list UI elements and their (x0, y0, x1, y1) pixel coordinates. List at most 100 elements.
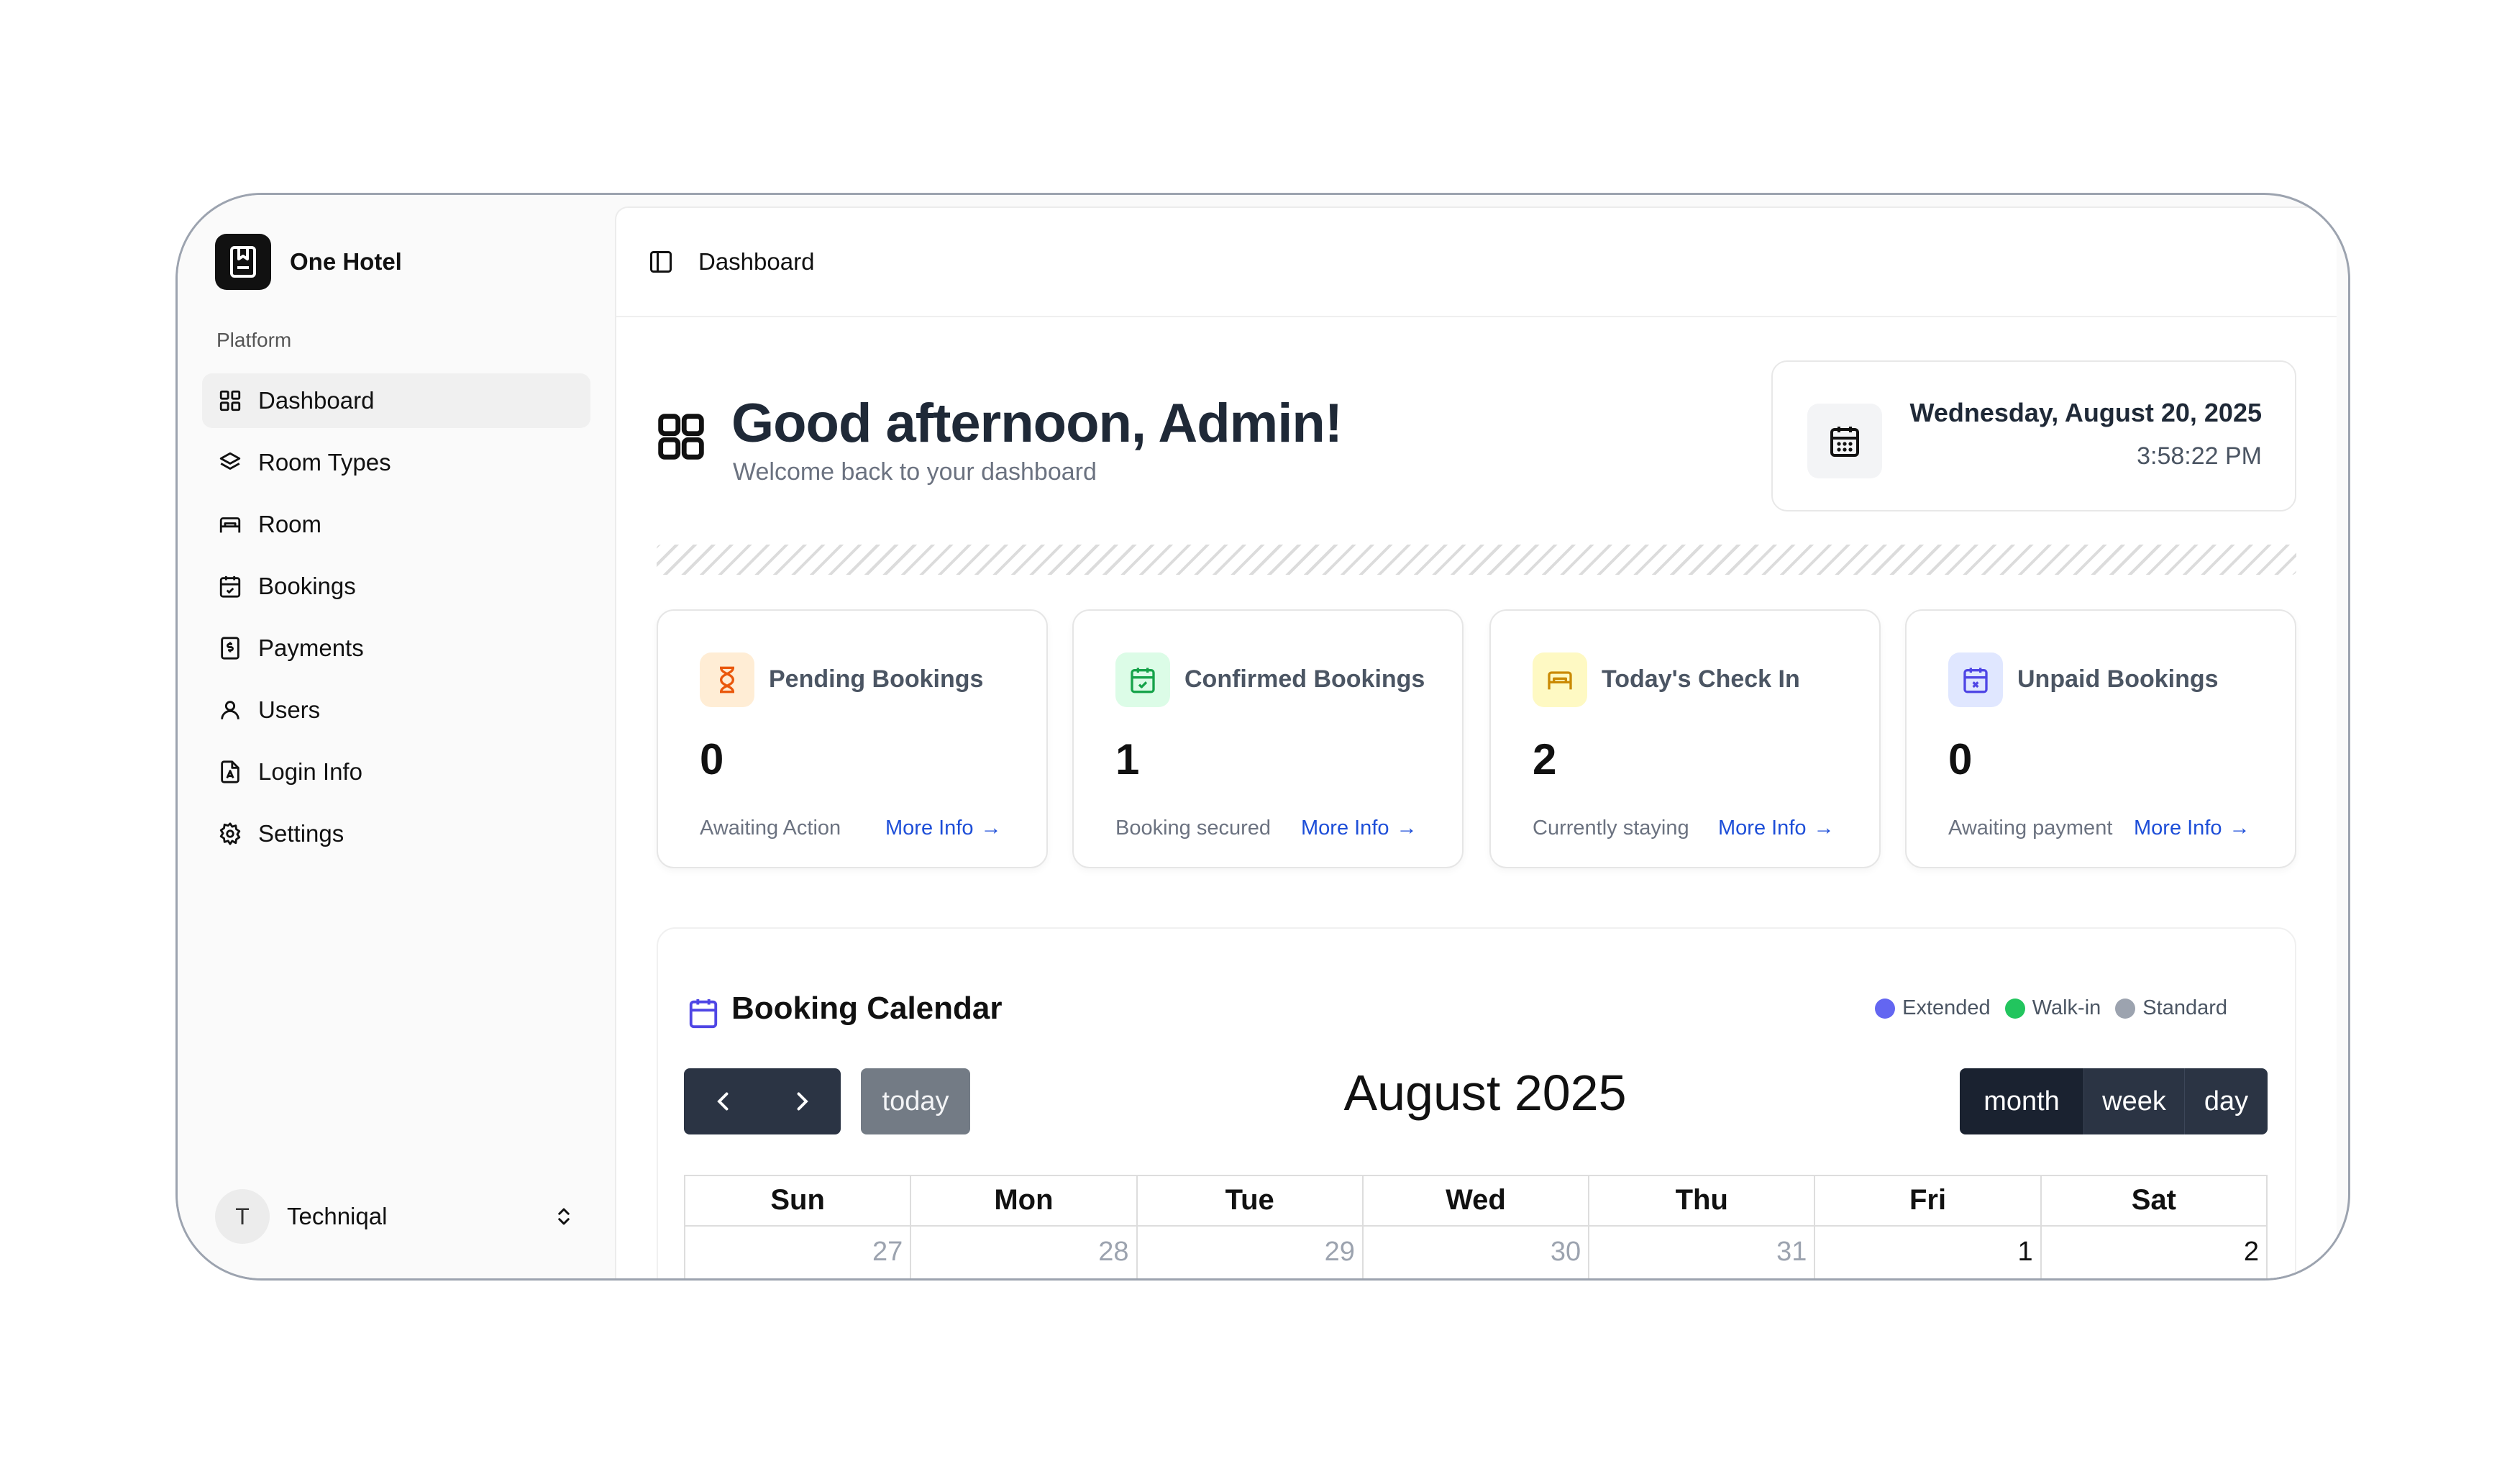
app-window: One Hotel Platform Dashboard Room Types … (175, 193, 2350, 1281)
current-date: Wednesday, August 20, 2025 (1909, 398, 2262, 427)
prev-month-button[interactable] (684, 1068, 762, 1134)
day-cell[interactable]: 29 (1137, 1225, 1364, 1278)
gear-icon (219, 822, 241, 845)
stat-value: 0 (700, 735, 724, 783)
chevrons-up-down-icon[interactable] (553, 1204, 575, 1229)
calendar-month-title: August 2025 (1343, 1065, 1627, 1121)
next-month-button[interactable] (762, 1068, 841, 1134)
user-icon (221, 701, 239, 719)
sidebar-item-settings[interactable]: Settings (202, 806, 590, 861)
calendar-view-switcher: month week day (1960, 1068, 2268, 1134)
sidebar-toggle-icon[interactable] (648, 249, 674, 275)
day-cell[interactable]: 2 (2041, 1225, 2266, 1278)
calendar-icon (689, 999, 718, 1029)
view-day-button[interactable]: day (2184, 1068, 2268, 1134)
sidebar-item-bookings[interactable]: Bookings (202, 559, 590, 614)
stat-caption: Currently staying (1533, 817, 1689, 840)
chevron-right-icon (797, 1092, 808, 1111)
day-cell[interactable]: 28 (911, 1225, 1138, 1278)
bed-icon (1533, 652, 1587, 707)
stat-card-pending: Pending Bookings 0 Awaiting Action More … (657, 609, 1048, 868)
more-info-label: More Info (1301, 817, 1389, 840)
sidebar-item-payments[interactable]: Payments (202, 621, 590, 676)
sidebar-item-label: Settings (258, 820, 344, 847)
more-info-link[interactable]: More Info → (2134, 817, 2250, 840)
calendar-x-icon (1948, 652, 2003, 707)
sidebar-item-room[interactable]: Room (202, 497, 590, 552)
weekday-header: Wed (1364, 1176, 1590, 1225)
day-number: 31 (1776, 1237, 1807, 1267)
legend-label: Extended (1902, 996, 1991, 1019)
calendar-nav-buttons (684, 1068, 841, 1134)
main-content: Dashboard Good afternoon, Admin! Welcome… (615, 206, 2337, 1278)
topbar: Dashboard (616, 208, 2337, 317)
legend-label: Standard (2142, 996, 2227, 1019)
stat-caption: Awaiting payment (1948, 817, 2113, 840)
grid-icon (219, 390, 241, 411)
calendar-legend: Extended Walk-in Standard (1861, 996, 2227, 1020)
breadcrumb: Dashboard (698, 248, 815, 275)
calendar-title: Booking Calendar (731, 991, 1003, 1026)
day-cell[interactable]: 31 (1589, 1225, 1816, 1278)
day-number: 1 (2017, 1237, 2033, 1267)
dashboard-grid-icon (658, 414, 704, 460)
weekday-header: Mon (911, 1176, 1138, 1225)
divider-hatch (657, 545, 2296, 575)
brand[interactable]: One Hotel (215, 234, 402, 290)
sidebar: One Hotel Platform Dashboard Room Types … (178, 195, 616, 1278)
more-info-label: More Info (1718, 817, 1807, 840)
sidebar-item-label: Login Info (258, 758, 362, 785)
current-time: 3:58:22 PM (2137, 442, 2262, 470)
hotel-logo-icon (215, 234, 271, 290)
day-number: 28 (1098, 1237, 1129, 1267)
day-cell[interactable]: 1 (1815, 1225, 2042, 1278)
day-cell[interactable]: 30 (1363, 1225, 1590, 1278)
day-number: 29 (1324, 1237, 1355, 1267)
stat-value: 2 (1533, 735, 1557, 783)
view-week-button[interactable]: week (2083, 1068, 2184, 1134)
day-number: 30 (1550, 1237, 1581, 1267)
legend-dot-standard (2115, 998, 2136, 1019)
legend-label: Walk-in (2032, 996, 2101, 1019)
avatar: T (215, 1189, 270, 1244)
stat-card-confirmed: Confirmed Bookings 1 Booking secured Mor… (1072, 609, 1464, 868)
day-cell[interactable]: 27 (685, 1225, 912, 1278)
receipt-icon (221, 637, 239, 660)
layers-icon (219, 452, 241, 470)
stat-caption: Booking secured (1115, 817, 1272, 840)
sidebar-item-label: Users (258, 696, 321, 723)
weekday-header: Sun (685, 1176, 912, 1225)
weekday-header: Fri (1815, 1176, 2042, 1225)
page-title: Good afternoon, Admin! (731, 393, 1343, 454)
sidebar-item-dashboard[interactable]: Dashboard (202, 373, 590, 428)
sidebar-item-users[interactable]: Users (202, 683, 590, 737)
user-name: Techniqal (287, 1203, 388, 1229)
page-subtitle: Welcome back to your dashboard (733, 458, 1097, 486)
sidebar-item-login-info[interactable]: Login Info (202, 745, 590, 799)
sidebar-nav: Dashboard Room Types Room Bookings Payme… (202, 373, 590, 868)
sidebar-item-label: Dashboard (258, 387, 375, 414)
weekday-header: Tue (1138, 1176, 1364, 1225)
sidebar-item-room-types[interactable]: Room Types (202, 435, 590, 490)
legend-dot-walkin (2004, 998, 2025, 1019)
bed-icon (219, 517, 241, 533)
more-info-link[interactable]: More Info → (1718, 817, 1835, 840)
calendar-check-icon (219, 576, 241, 598)
stat-card-checkin: Today's Check In 2 Currently staying Mor… (1489, 609, 1881, 868)
sidebar-item-label: Room Types (258, 449, 391, 476)
weekday-header-row: Sun Mon Tue Wed Thu Fri Sat (685, 1176, 2266, 1225)
hourglass-icon (700, 652, 754, 707)
day-number: 27 (872, 1237, 903, 1267)
view-month-button[interactable]: month (1960, 1068, 2083, 1134)
more-info-label: More Info (2134, 817, 2222, 840)
today-button[interactable]: today (861, 1068, 970, 1134)
user-menu[interactable]: T Techniqal (215, 1188, 575, 1245)
calendar-week-row: 27 28 29 30 31 1 2 (685, 1225, 2266, 1278)
sidebar-item-label: Room (258, 511, 322, 537)
more-info-label: More Info (885, 817, 974, 840)
file-user-icon (221, 760, 239, 783)
stat-value: 0 (1948, 735, 1973, 783)
day-number: 2 (2243, 1237, 2259, 1267)
more-info-link[interactable]: More Info → (1301, 817, 1418, 840)
more-info-link[interactable]: More Info → (885, 817, 1002, 840)
